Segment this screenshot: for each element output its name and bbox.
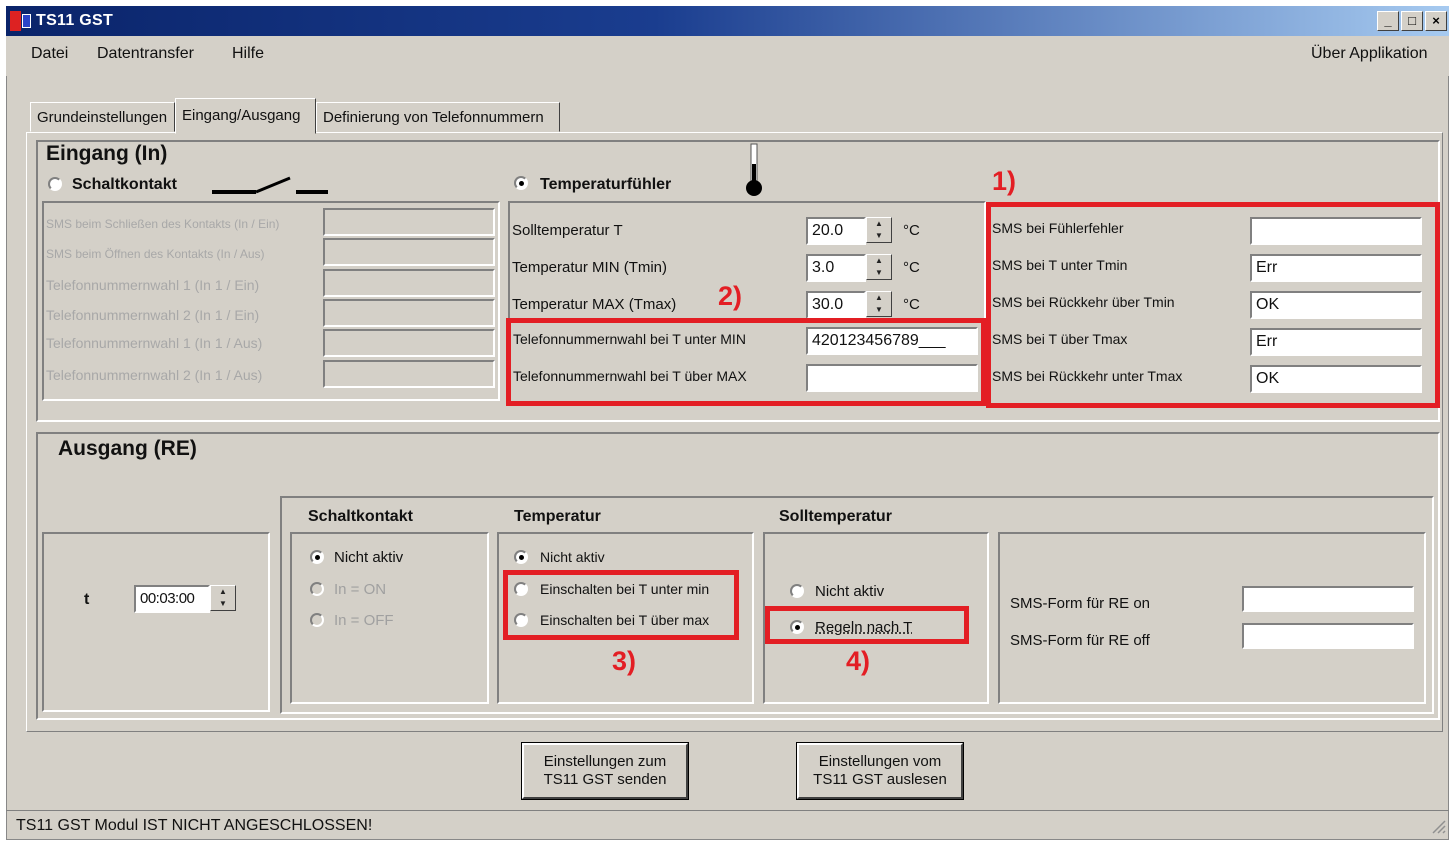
soll-nicht-aktiv-label: Nicht aktiv [815, 583, 885, 600]
eingang-title: Eingang (In) [46, 142, 168, 165]
sms-form-box [998, 532, 1426, 704]
t-input[interactable]: 00:03:00 [134, 585, 210, 613]
tmax-label: Temperatur MAX (Tmax) [512, 296, 677, 313]
unit-celsius: °C [903, 222, 920, 239]
window-title: TS11 GST [36, 12, 114, 29]
read-settings-button[interactable]: Einstellungen vom TS11 GST auslesen [796, 742, 964, 800]
schaltkontakt-row-label: Telefonnummernwahl 2 (In 1 / Ein) [46, 307, 260, 323]
annotation-label-1: 1) [992, 166, 1017, 196]
thermometer-icon [746, 143, 762, 196]
unit-celsius: °C [903, 296, 920, 313]
solltemperatur-spinner[interactable]: ▲ ▼ [866, 217, 892, 243]
schaltkontakt-row-field [323, 299, 495, 327]
annotation-box-3 [503, 570, 739, 640]
tab-eingang-ausgang[interactable]: Eingang/Ausgang [175, 98, 316, 134]
send-settings-label-line1: Einstellungen zum [543, 753, 667, 770]
schaltkontakt-nicht-aktiv-radio[interactable] [310, 550, 324, 564]
schaltkontakt-row-field [323, 269, 495, 297]
annotation-label-4: 4) [846, 646, 871, 676]
close-button[interactable]: × [1425, 11, 1447, 31]
temperaturfuehler-label: Temperaturfühler [540, 176, 672, 193]
tmin-spinner[interactable]: ▲ ▼ [866, 254, 892, 280]
resize-grip-icon[interactable] [1430, 818, 1446, 834]
timer-box [42, 532, 270, 712]
menu-bar [6, 36, 1449, 76]
schaltkontakt-row-label: Telefonnummernwahl 1 (In 1 / Aus) [46, 335, 263, 351]
send-settings-label-line2: TS11 GST senden [543, 771, 667, 788]
menu-hilfe[interactable]: Hilfe [232, 45, 264, 63]
annotation-label-2: 2) [718, 281, 743, 311]
ausgang-solltemperatur-title: Solltemperatur [779, 508, 892, 525]
schaltkontakt-in-on-label: In = ON [334, 581, 387, 598]
schaltkontakt-label: Schaltkontakt [72, 176, 177, 193]
tmin-label: Temperatur MIN (Tmin) [512, 259, 668, 276]
tab-grundeinstellungen[interactable]: Grundeinstellungen [30, 102, 175, 132]
annotation-box-1 [986, 202, 1440, 408]
schaltkontakt-row-field [323, 238, 495, 266]
status-text: TS11 GST Modul IST NICHT ANGESCHLOSSEN! [16, 817, 373, 834]
annotation-label-3: 3) [612, 646, 637, 676]
solltemperatur-input[interactable]: 20.0 [806, 217, 866, 245]
tab-telefonnummern[interactable]: Definierung von Telefonnummern [316, 102, 560, 132]
soll-nicht-aktiv-radio[interactable] [790, 584, 804, 598]
minimize-button[interactable]: _ [1377, 11, 1399, 31]
switch-contact-icon [212, 176, 328, 194]
sms-form-on-label: SMS-Form für RE on [1010, 595, 1151, 612]
schaltkontakt-row-field [323, 360, 495, 388]
ausgang-temperatur-title: Temperatur [514, 508, 601, 525]
unit-celsius: °C [903, 259, 920, 276]
schaltkontakt-nicht-aktiv-label: Nicht aktiv [334, 549, 404, 566]
read-settings-label-line2: TS11 GST auslesen [813, 771, 947, 788]
read-settings-label-line1: Einstellungen vom [818, 753, 942, 770]
tmax-input[interactable]: 30.0 [806, 291, 866, 319]
schaltkontakt-row-label: Telefonnummernwahl 2 (In 1 / Aus) [46, 367, 263, 383]
t-spinner[interactable]: ▲ ▼ [210, 585, 236, 611]
temperatur-nicht-aktiv-radio[interactable] [514, 550, 528, 564]
send-settings-button[interactable]: Einstellungen zum TS11 GST senden [521, 742, 689, 800]
sms-form-on-input[interactable] [1242, 586, 1414, 612]
temperatur-nicht-aktiv-label: Nicht aktiv [540, 549, 605, 565]
schaltkontakt-row-field [323, 329, 495, 357]
annotation-box-2 [506, 318, 986, 406]
t-label: t [84, 591, 90, 608]
schaltkontakt-radio[interactable] [48, 177, 62, 191]
maximize-button[interactable]: □ [1401, 11, 1423, 31]
solltemperatur-label: Solltemperatur T [512, 222, 623, 239]
menu-datei[interactable]: Datei [31, 45, 68, 63]
menu-ueber-applikation[interactable]: Über Applikation [1311, 45, 1428, 63]
menu-datentransfer[interactable]: Datentransfer [97, 45, 194, 63]
ausgang-schaltkontakt-title: Schaltkontakt [308, 508, 413, 525]
schaltkontakt-row-label: SMS beim Schließen des Kontakts (In / Ei… [46, 217, 280, 231]
ausgang-title: Ausgang (RE) [58, 437, 197, 460]
title-bar[interactable] [6, 6, 1449, 36]
tmax-spinner[interactable]: ▲ ▼ [866, 291, 892, 317]
temperaturfuehler-radio[interactable] [514, 176, 528, 190]
tmin-input[interactable]: 3.0 [806, 254, 866, 282]
schaltkontakt-row-field [323, 208, 495, 236]
sms-form-off-label: SMS-Form für RE off [1010, 632, 1150, 649]
schaltkontakt-in-on-radio [310, 582, 324, 596]
annotation-box-4 [765, 606, 969, 644]
schaltkontakt-row-label: SMS beim Öffnen des Kontakts (In / Aus) [46, 247, 265, 261]
schaltkontakt-in-off-label: In = OFF [334, 612, 394, 629]
schaltkontakt-row-label: Telefonnummernwahl 1 (In 1 / Ein) [46, 277, 260, 293]
sms-form-off-input[interactable] [1242, 623, 1414, 649]
app-icon [10, 11, 32, 31]
schaltkontakt-in-off-radio [310, 613, 324, 627]
